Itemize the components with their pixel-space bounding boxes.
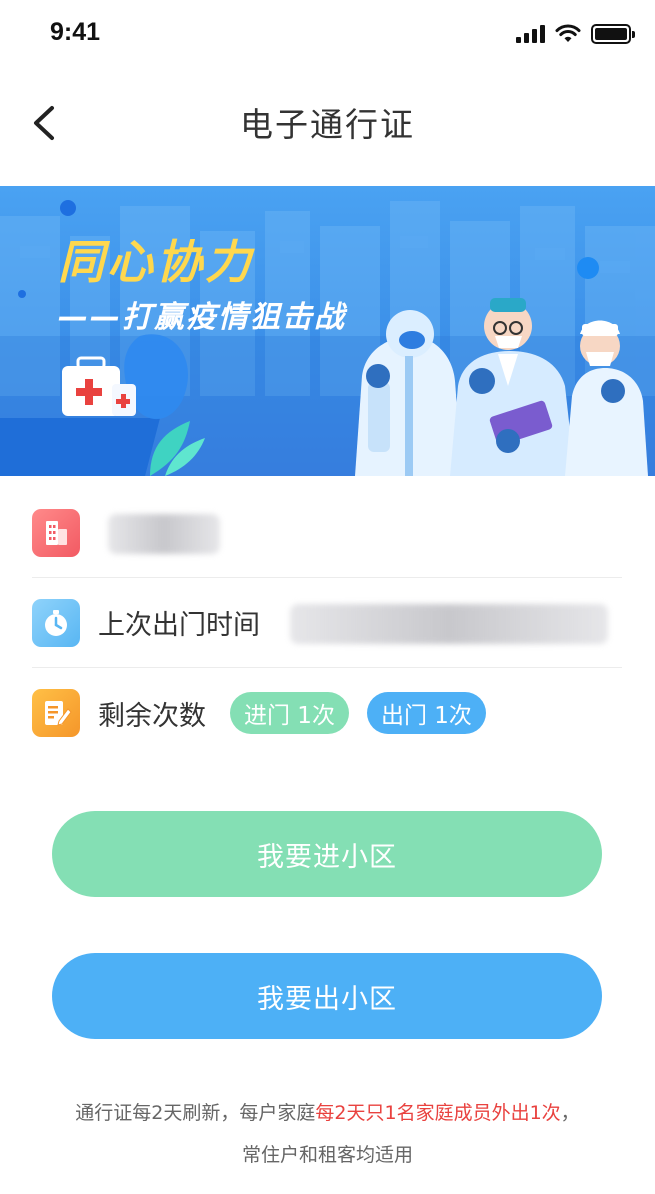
banner-subline: ——打赢疫情狙击战 (58, 300, 346, 335)
nav-bar: 电子通行证 (0, 70, 655, 180)
note-prefix: 通行证每2天刷新，每户家庭 (75, 1102, 316, 1124)
pass-rule-note-line2: 常住户和租客均适用 (241, 1144, 413, 1166)
remaining-label: 剩余次数 (98, 700, 206, 732)
enter-count-badge: 进门 1次 (230, 692, 349, 734)
pass-info-list: 上次出门时间 剩余次数 进门 1次 出门 1次 (32, 488, 622, 758)
note-highlight: 每2天只1名家庭成员外出1次 (315, 1102, 561, 1124)
stopwatch-icon (32, 598, 80, 647)
enter-community-button[interactable]: 我要进小区 (52, 811, 602, 897)
redacted-community-name (108, 514, 220, 554)
info-row-community (32, 488, 622, 578)
building-icon (32, 508, 80, 557)
pass-rule-note: 通行证每2天刷新，每户家庭每2天只1名家庭成员外出1次， (0, 1098, 655, 1125)
redacted-last-exit-time (290, 604, 608, 644)
exit-count-badge: 出门 1次 (366, 692, 486, 734)
banner-headline: 同心协力 (58, 235, 254, 289)
status-time: 9:41 (50, 18, 101, 46)
info-row-last-exit: 上次出门时间 (32, 578, 622, 668)
note-edit-icon (32, 689, 80, 737)
cellular-signal-icon (516, 25, 545, 43)
note-suffix: ， (560, 1102, 580, 1124)
status-bar: 9:41 (0, 0, 655, 70)
last-exit-label: 上次出门时间 (98, 610, 260, 641)
status-icons (516, 22, 635, 46)
banner: 同心协力 ——打赢疫情狙击战 (0, 186, 655, 476)
wifi-icon (555, 24, 581, 42)
info-row-remaining: 剩余次数 进门 1次 出门 1次 (32, 668, 622, 758)
page-title: 电子通行证 (240, 105, 415, 144)
exit-community-button[interactable]: 我要出小区 (52, 953, 602, 1039)
battery-icon (591, 24, 635, 44)
